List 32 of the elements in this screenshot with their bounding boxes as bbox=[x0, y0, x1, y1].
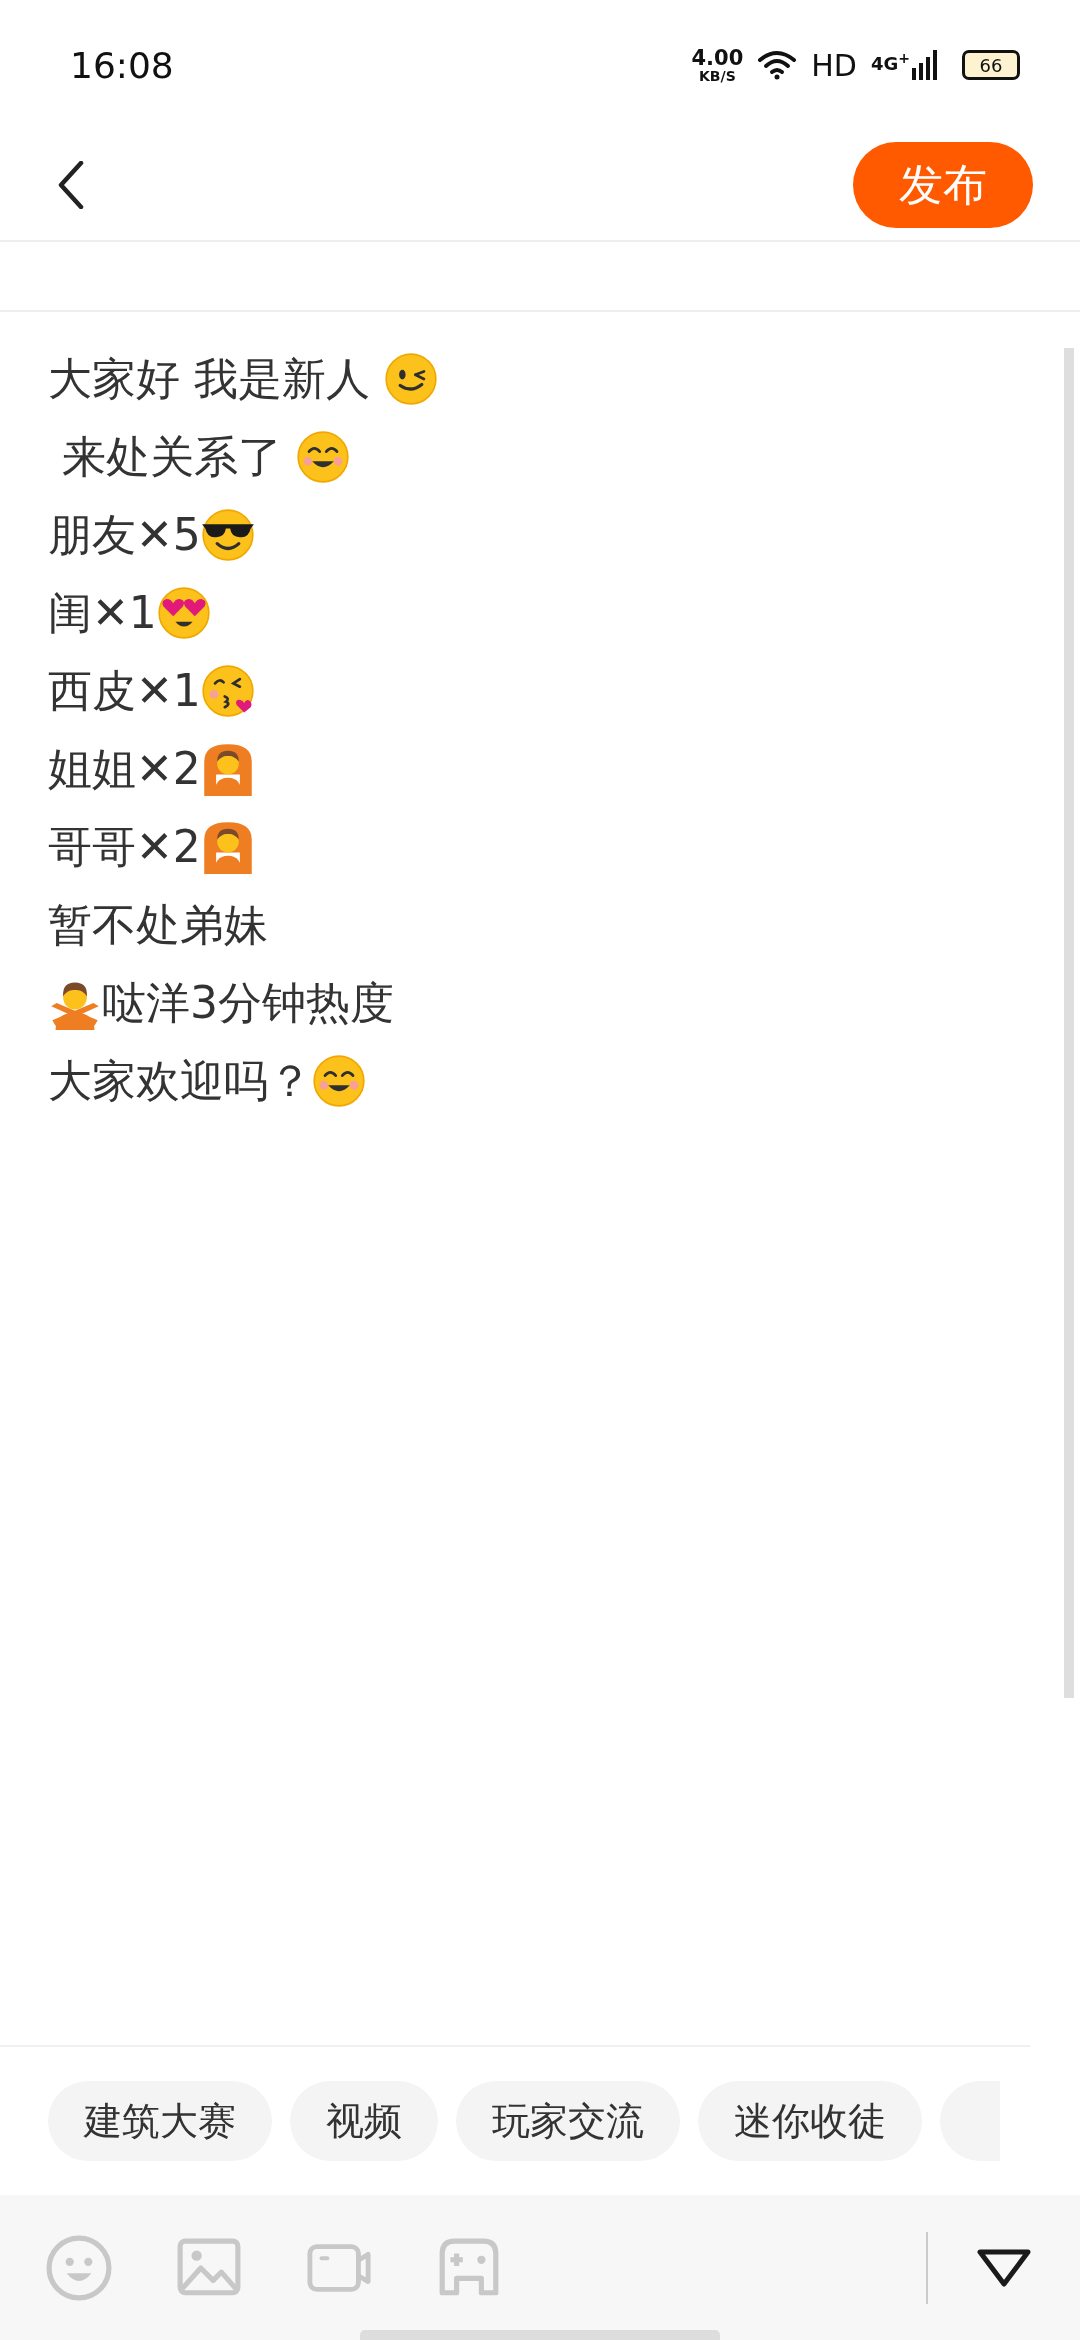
smiling-face-icon bbox=[296, 430, 350, 484]
network-type: 4G$^{+}$ bbox=[870, 50, 910, 74]
emoji-icon[interactable] bbox=[46, 2234, 112, 2301]
sunglasses-face-icon bbox=[200, 508, 255, 562]
text-line: 大家欢迎吗？ bbox=[48, 1053, 312, 1108]
speed-unit: KB/S bbox=[699, 68, 736, 83]
text-line: 姐姐✕2 bbox=[48, 741, 201, 796]
text-line: 西皮✕1 bbox=[48, 663, 201, 718]
text-line: 哒洋3分钟热度 bbox=[102, 975, 394, 1030]
topic-chip[interactable]: 视频 bbox=[290, 2081, 438, 2161]
topic-chip[interactable]: 迷你收徒 bbox=[698, 2081, 922, 2161]
topic-chip[interactable]: 玩家交流 bbox=[456, 2081, 680, 2161]
battery-icon: 66 bbox=[962, 50, 1020, 80]
text-line: 大家好 我是新人 bbox=[48, 351, 371, 406]
smiling-face-icon bbox=[312, 1054, 366, 1108]
kissing-face-icon bbox=[200, 664, 255, 718]
text-line: 哥哥✕2 bbox=[48, 819, 201, 874]
collapse-icon[interactable] bbox=[976, 2247, 1032, 2288]
heart-eyes-face-icon bbox=[156, 586, 211, 640]
text-line: 朋友✕5 bbox=[48, 507, 201, 562]
network-speed: 4.00 bbox=[691, 47, 744, 69]
hd-label: HD bbox=[811, 47, 857, 83]
back-icon[interactable] bbox=[58, 161, 84, 209]
home-indicator[interactable] bbox=[360, 2330, 720, 2340]
text-line: 来处关系了 bbox=[61, 429, 283, 484]
topic-chip[interactable]: 建筑大赛 bbox=[48, 2081, 272, 2161]
wifi-icon bbox=[757, 50, 798, 80]
signal-icon bbox=[912, 50, 938, 80]
text-line: 暂不处弟妹 bbox=[48, 897, 268, 952]
winking-face-icon bbox=[384, 352, 438, 406]
text-line: 闺✕1 bbox=[48, 585, 157, 640]
status-time: 16:08 bbox=[70, 44, 174, 86]
